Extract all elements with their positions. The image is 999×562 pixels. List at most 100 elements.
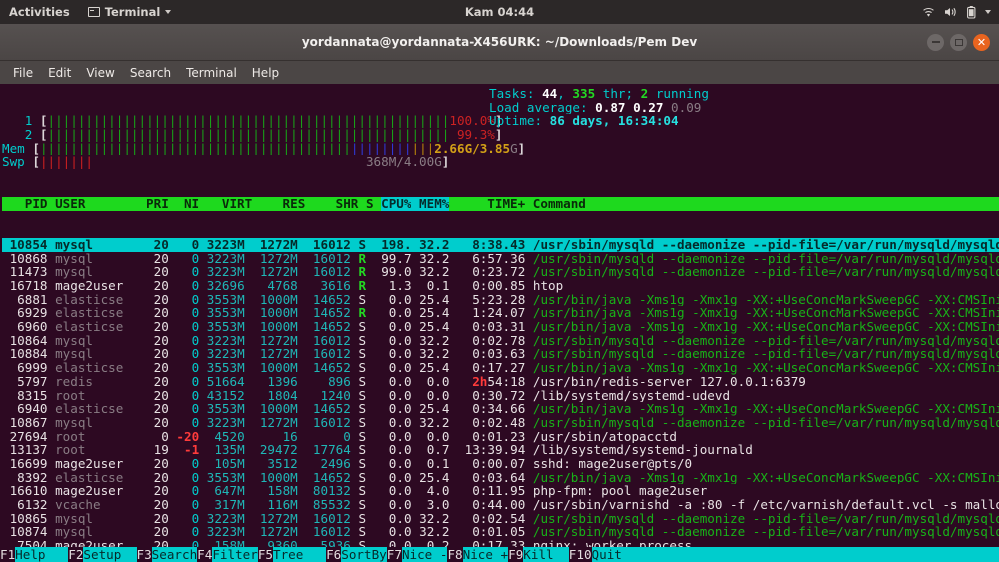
menu-item-view[interactable]: View: [79, 64, 121, 82]
fn-label-f8[interactable]: Nice +: [463, 547, 509, 562]
process-row[interactable]: 27694 root 0 -20 4520 16 0 S 0.0 0.0 0:0…: [2, 430, 999, 444]
process-row[interactable]: 10867 mysql 20 0 3223M 1272M 16012 S 0.0…: [2, 416, 999, 430]
close-button[interactable]: ✕: [973, 34, 990, 51]
header-mem-percent[interactable]: MEM%: [411, 197, 449, 211]
fn-key-f3[interactable]: F3: [137, 547, 152, 562]
proc-time: 0:02.78: [457, 334, 525, 348]
process-row[interactable]: 13137 root 19 -1 135M 29472 17764 S 0.0 …: [2, 443, 999, 457]
battery-icon[interactable]: [967, 6, 976, 19]
process-row[interactable]: 10864 mysql 20 0 3223M 1272M 16012 S 0.0…: [2, 334, 999, 348]
fn-key-f6[interactable]: F6: [326, 547, 341, 562]
htop-function-key-bar[interactable]: F1Help F2Setup F3SearchF4FilterF5Tree F6…: [0, 547, 999, 562]
app-menu-terminal[interactable]: Terminal: [80, 5, 180, 19]
fn-label-f10[interactable]: Quit: [592, 547, 622, 562]
proc-virt: 51664: [199, 375, 245, 389]
menu-item-search[interactable]: Search: [123, 64, 178, 82]
fn-label-f2[interactable]: Setup: [83, 547, 136, 562]
proc-state: S: [358, 320, 366, 334]
terminal-screen[interactable]: 1 [|||||||||||||||||||||||||||||||||||||…: [0, 84, 999, 562]
fn-key-f5[interactable]: F5: [258, 547, 273, 562]
proc-mem: 32.2: [412, 334, 450, 348]
system-tray: [922, 6, 991, 19]
fn-key-f4[interactable]: F4: [197, 547, 212, 562]
proc-command: /usr/sbin/atopacctd: [533, 430, 677, 444]
fn-key-f2[interactable]: F2: [68, 547, 83, 562]
proc-command: /usr/sbin/mysqld --daemonize --pid-file=…: [533, 347, 999, 361]
swap-meter-text: 368M/4.00G: [93, 155, 442, 169]
proc-cpu: 0.0: [366, 361, 412, 375]
proc-shr: 80132: [298, 484, 351, 498]
process-row[interactable]: 6999 elasticse 20 0 3553M 1000M 14652 S …: [2, 361, 999, 375]
process-row[interactable]: 6881 elasticse 20 0 3553M 1000M 14652 S …: [2, 293, 999, 307]
process-row[interactable]: 8392 elasticse 20 0 3553M 1000M 14652 S …: [2, 471, 999, 485]
fn-label-f1[interactable]: Help: [15, 547, 68, 562]
menu-item-edit[interactable]: Edit: [41, 64, 78, 82]
process-row[interactable]: 11473 mysql 20 0 3223M 1272M 16012 R 99.…: [2, 265, 999, 279]
proc-time: 8:38.43: [457, 238, 525, 252]
header-pid-user-group[interactable]: PID USER PRI NI VIRT RES SHR S: [2, 197, 381, 211]
htop-process-list[interactable]: 10854 mysql 20 0 3223M 1272M 16012 S 198…: [2, 238, 999, 562]
fn-label-f6[interactable]: SortBy: [341, 547, 387, 562]
proc-command: /usr/sbin/mysqld --daemonize --pid-file=…: [533, 238, 999, 252]
proc-nice: 0: [169, 471, 199, 485]
fn-label-f9[interactable]: Kill: [523, 547, 569, 562]
chevron-down-icon[interactable]: [985, 10, 991, 14]
fn-label-f7[interactable]: Nice -: [402, 547, 448, 562]
proc-shr: 0: [298, 430, 351, 444]
proc-nice: 0: [169, 402, 199, 416]
process-row[interactable]: 6929 elasticse 20 0 3553M 1000M 14652 R …: [2, 306, 999, 320]
menu-item-help[interactable]: Help: [245, 64, 286, 82]
fn-label-f3[interactable]: Search: [152, 547, 198, 562]
process-row[interactable]: 10884 mysql 20 0 3223M 1272M 16012 S 0.0…: [2, 347, 999, 361]
proc-cpu: 0.0: [366, 320, 412, 334]
proc-time: 1:24.07: [457, 306, 525, 320]
proc-state: S: [358, 238, 366, 252]
proc-virt: 3223M: [199, 238, 245, 252]
header-cpu-percent[interactable]: CPU%: [381, 197, 411, 211]
proc-virt: 3223M: [199, 347, 245, 361]
mem-meter-label: Mem: [2, 142, 32, 156]
proc-cpu: 0.0: [366, 484, 412, 498]
process-row[interactable]: 10874 mysql 20 0 3223M 1272M 16012 S 0.0…: [2, 525, 999, 539]
volume-icon[interactable]: [944, 6, 958, 18]
proc-time: 5:23.28: [457, 293, 525, 307]
proc-pid: 10874: [2, 525, 48, 539]
process-row[interactable]: 10868 mysql 20 0 3223M 1272M 16012 R 99.…: [2, 252, 999, 266]
process-row[interactable]: 16610 mage2user 20 0 647M 158M 80132 S 0…: [2, 484, 999, 498]
process-row[interactable]: 16718 mage2user 20 0 32696 4768 3616 R 1…: [2, 279, 999, 293]
htop-column-header[interactable]: PID USER PRI NI VIRT RES SHR S CPU% MEM%…: [2, 197, 999, 211]
proc-pri: 19: [123, 443, 169, 457]
proc-user: redis: [55, 375, 123, 389]
process-row[interactable]: 5797 redis 20 0 51664 1396 896 S 0.0 0.0…: [2, 375, 999, 389]
process-row[interactable]: 10854 mysql 20 0 3223M 1272M 16012 S 198…: [2, 238, 999, 252]
menu-item-terminal[interactable]: Terminal: [179, 64, 244, 82]
fn-key-f10[interactable]: F10: [569, 547, 592, 562]
process-row[interactable]: 6960 elasticse 20 0 3553M 1000M 14652 S …: [2, 320, 999, 334]
fn-key-f1[interactable]: F1: [0, 547, 15, 562]
process-row[interactable]: 6132 vcache 20 0 317M 116M 85532 S 0.0 3…: [2, 498, 999, 512]
activities-button[interactable]: Activities: [0, 5, 80, 19]
process-row[interactable]: 10865 mysql 20 0 3223M 1272M 16012 S 0.0…: [2, 512, 999, 526]
wifi-icon[interactable]: [922, 7, 935, 18]
proc-pri: 20: [123, 484, 169, 498]
proc-cpu: 0.0: [366, 498, 412, 512]
fn-key-f8[interactable]: F8: [447, 547, 462, 562]
menu-item-file[interactable]: File: [6, 64, 40, 82]
header-time-command[interactable]: TIME+ Command: [449, 197, 851, 211]
proc-time: 0:00.07: [457, 457, 525, 471]
process-row[interactable]: 6940 elasticse 20 0 3553M 1000M 14652 S …: [2, 402, 999, 416]
minimize-button[interactable]: [927, 34, 944, 51]
process-row[interactable]: 16699 mage2user 20 0 105M 3512 2496 S 0.…: [2, 457, 999, 471]
fn-key-f7[interactable]: F7: [387, 547, 402, 562]
proc-mem: 25.4: [412, 293, 450, 307]
proc-nice: 0: [169, 389, 199, 403]
fn-key-f9[interactable]: F9: [508, 547, 523, 562]
proc-res: 1396: [245, 375, 298, 389]
proc-pri: 20: [123, 389, 169, 403]
fn-label-f4[interactable]: Filter: [212, 547, 258, 562]
proc-state: R: [358, 306, 366, 320]
process-row[interactable]: 8315 root 20 0 43152 1804 1240 S 0.0 0.0…: [2, 389, 999, 403]
fn-label-f5[interactable]: Tree: [273, 547, 326, 562]
column-header-row[interactable]: PID USER PRI NI VIRT RES SHR S CPU% MEM%…: [2, 197, 999, 211]
maximize-button[interactable]: [950, 34, 967, 51]
